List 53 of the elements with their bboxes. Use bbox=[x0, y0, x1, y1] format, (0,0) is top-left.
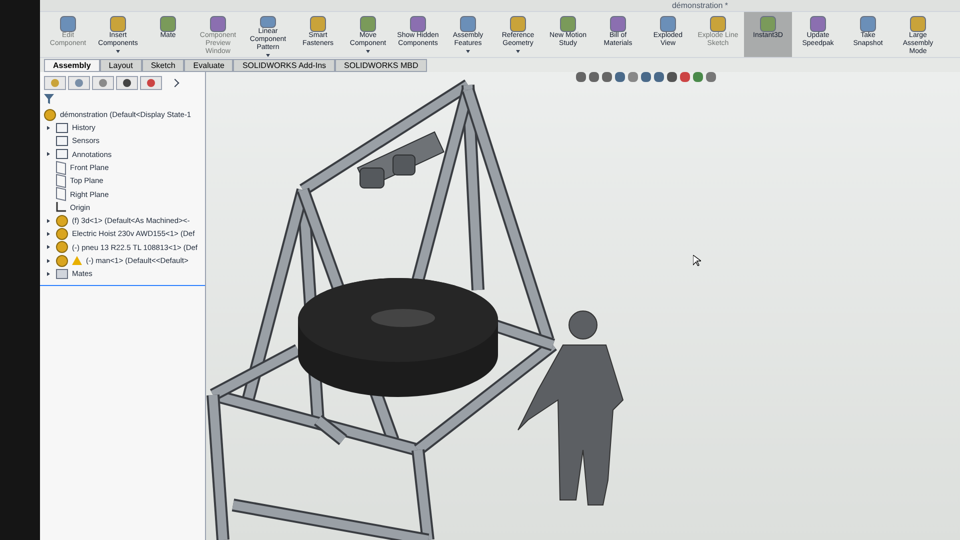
tool-icon bbox=[160, 16, 176, 32]
tool-icon bbox=[60, 16, 76, 32]
expand-arrow-icon[interactable] bbox=[46, 232, 50, 236]
tool-icon bbox=[410, 16, 426, 32]
mates-icon bbox=[56, 268, 68, 279]
tool-icon bbox=[310, 16, 326, 32]
tool-icon bbox=[710, 16, 726, 32]
window-title: démonstration * bbox=[672, 0, 728, 12]
tool-icon bbox=[560, 16, 576, 32]
tool-icon bbox=[810, 16, 826, 32]
expand-arrow-icon[interactable] bbox=[46, 272, 50, 276]
expand-arrow-icon[interactable] bbox=[46, 126, 50, 130]
tool-icon bbox=[260, 16, 276, 28]
expand-arrow-icon[interactable] bbox=[46, 218, 50, 223]
tool-icon bbox=[210, 16, 226, 32]
ribbon-tab[interactable]: Sketch bbox=[142, 59, 184, 72]
tool-icon bbox=[610, 16, 626, 32]
folder-icon bbox=[56, 136, 68, 146]
tool-icon bbox=[110, 16, 126, 32]
tool-icon bbox=[460, 16, 476, 32]
filter-icon[interactable] bbox=[44, 94, 54, 104]
caret-icon bbox=[516, 50, 520, 53]
folder-icon bbox=[56, 122, 68, 133]
plane-icon bbox=[56, 187, 66, 202]
component-icon bbox=[56, 241, 68, 254]
ribbon-tab[interactable]: Assembly bbox=[44, 59, 100, 72]
expand-arrow-icon[interactable] bbox=[46, 152, 50, 156]
folder-icon bbox=[56, 149, 68, 160]
tool-icon bbox=[910, 16, 926, 32]
component-icon bbox=[56, 228, 68, 240]
ribbon-tab[interactable]: Layout bbox=[100, 59, 142, 72]
component-icon bbox=[56, 214, 68, 227]
tool-icon bbox=[510, 16, 526, 32]
cursor-icon bbox=[693, 255, 701, 266]
caret-icon bbox=[466, 50, 470, 53]
ribbon-tab[interactable]: SOLIDWORKS MBD bbox=[335, 59, 428, 72]
tool-icon bbox=[860, 16, 876, 32]
plane-icon bbox=[56, 174, 66, 188]
caret-icon bbox=[116, 50, 120, 53]
tool-icon bbox=[660, 16, 676, 32]
expand-arrow-icon[interactable] bbox=[46, 245, 50, 250]
panel-tab-icon[interactable] bbox=[140, 76, 162, 90]
plane-icon bbox=[56, 160, 66, 175]
panel-tab-icon[interactable] bbox=[116, 76, 138, 90]
assembly-icon bbox=[44, 108, 56, 120]
tool-icon bbox=[360, 16, 376, 32]
expand-arrow-icon[interactable] bbox=[46, 258, 50, 263]
origin-icon bbox=[56, 202, 66, 212]
tool-icon bbox=[760, 16, 776, 32]
component-icon bbox=[56, 254, 68, 267]
ribbon-tab[interactable]: SOLIDWORKS Add-Ins bbox=[233, 59, 336, 72]
ribbon-tab[interactable]: Evaluate bbox=[184, 59, 234, 72]
caret-icon bbox=[366, 50, 370, 53]
